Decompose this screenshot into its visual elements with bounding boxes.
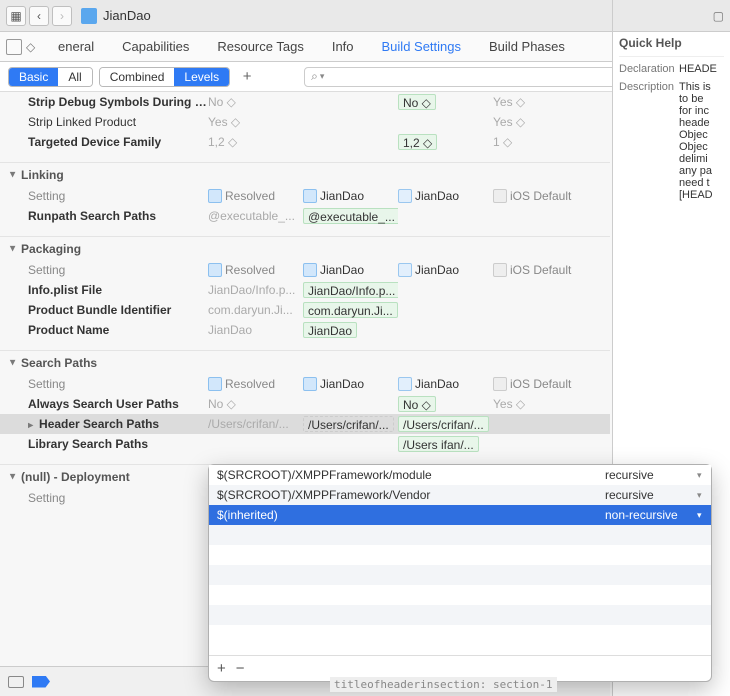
popover-path-row[interactable]: $(SRCROOT)/XMPPFramework/modulerecursive… — [209, 465, 711, 485]
qh-description-label: Description — [619, 81, 679, 201]
setting-row[interactable]: Runpath Search Paths@executable_...@exec… — [0, 206, 610, 226]
quick-help-title: Quick Help — [619, 36, 724, 57]
search-icon: ⌕ — [311, 69, 318, 84]
nav-back-button[interactable]: ‹ — [29, 6, 49, 26]
section-header[interactable]: Linking — [0, 162, 610, 186]
section-header[interactable]: Search Paths — [0, 350, 610, 374]
tab-build-settings[interactable]: Build Settings — [368, 33, 476, 60]
setting-row[interactable]: Always Search User PathsNo ◇No ◇Yes ◇ — [0, 394, 610, 414]
setting-row[interactable]: Product Bundle Identifiercom.daryun.Ji..… — [0, 300, 610, 320]
add-setting-button[interactable]: + — [236, 68, 258, 85]
popover-empty-row — [209, 525, 711, 545]
setting-row[interactable]: Library Search Paths/Users ifan/... — [0, 434, 610, 454]
section-header[interactable]: Packaging — [0, 236, 610, 260]
qh-description-value: This is to be for inc heade Objec Objec … — [679, 81, 724, 201]
tab-build-phases[interactable]: Build Phases — [475, 33, 579, 60]
tab-resource-tags[interactable]: Resource Tags — [203, 33, 317, 60]
setting-row[interactable]: Strip Debug Symbols During C...No ◇No ◇Y… — [0, 92, 610, 112]
setting-row[interactable]: Header Search Paths/Users/crifan/.../Use… — [0, 414, 610, 434]
column-header-row: SettingResolvedJianDaoJianDaoiOS Default — [0, 186, 610, 206]
column-header-row: SettingResolvedJianDaoJianDaoiOS Default — [0, 260, 610, 280]
setting-row[interactable]: Strip Linked ProductYes ◇Yes ◇ — [0, 112, 610, 132]
seg-combined[interactable]: Combined — [100, 68, 175, 86]
filter-icon[interactable] — [8, 676, 24, 688]
inspector-toggle-icon[interactable]: ▢ — [713, 9, 724, 23]
tab-eneral[interactable]: eneral — [44, 33, 108, 60]
tab-info[interactable]: Info — [318, 33, 368, 60]
popover-empty-row — [209, 565, 711, 585]
grid-view-icon[interactable]: ▦ — [6, 6, 26, 26]
search-dropdown-icon[interactable]: ▾ — [320, 71, 325, 82]
seg-levels[interactable]: Levels — [174, 68, 229, 86]
qh-declaration-value: HEADE — [679, 63, 724, 75]
arrows-icon[interactable]: ◇ — [26, 40, 36, 54]
popover-empty-row — [209, 545, 711, 565]
setting-row[interactable]: Info.plist FileJianDao/Info.p...JianDao/… — [0, 280, 610, 300]
setting-row[interactable]: Targeted Device Family1,2 ◇1,2 ◇1 ◇ — [0, 132, 610, 152]
popover-empty-row — [209, 625, 711, 645]
select-all-checkbox[interactable] — [6, 39, 22, 55]
paths-popover: $(SRCROOT)/XMPPFramework/modulerecursive… — [208, 464, 712, 682]
popover-path-row[interactable]: $(SRCROOT)/XMPPFramework/Vendorrecursive… — [209, 485, 711, 505]
column-header-row: SettingResolvedJianDaoJianDaoiOS Default — [0, 374, 610, 394]
popover-empty-row — [209, 585, 711, 605]
popover-empty-row — [209, 605, 711, 625]
hidden-code-line: titleofheaderinsection: section-1 — [330, 677, 557, 692]
tag-icon[interactable] — [32, 676, 50, 688]
tab-capabilities[interactable]: Capabilities — [108, 33, 203, 60]
popover-remove-button[interactable]: − — [236, 660, 245, 677]
project-icon — [81, 8, 97, 24]
qh-declaration-label: Declaration — [619, 63, 679, 75]
setting-row[interactable]: Product NameJianDaoJianDao — [0, 320, 610, 340]
popover-path-row[interactable]: $(inherited)non-recursive▾ — [209, 505, 711, 525]
seg-all[interactable]: All — [58, 68, 91, 86]
popover-add-button[interactable]: + — [217, 660, 226, 677]
nav-forward-button[interactable]: › — [52, 6, 72, 26]
project-name: JianDao — [103, 8, 151, 23]
scope-segment[interactable]: Basic All — [8, 67, 93, 87]
view-segment[interactable]: Combined Levels — [99, 67, 230, 87]
seg-basic[interactable]: Basic — [9, 68, 58, 86]
